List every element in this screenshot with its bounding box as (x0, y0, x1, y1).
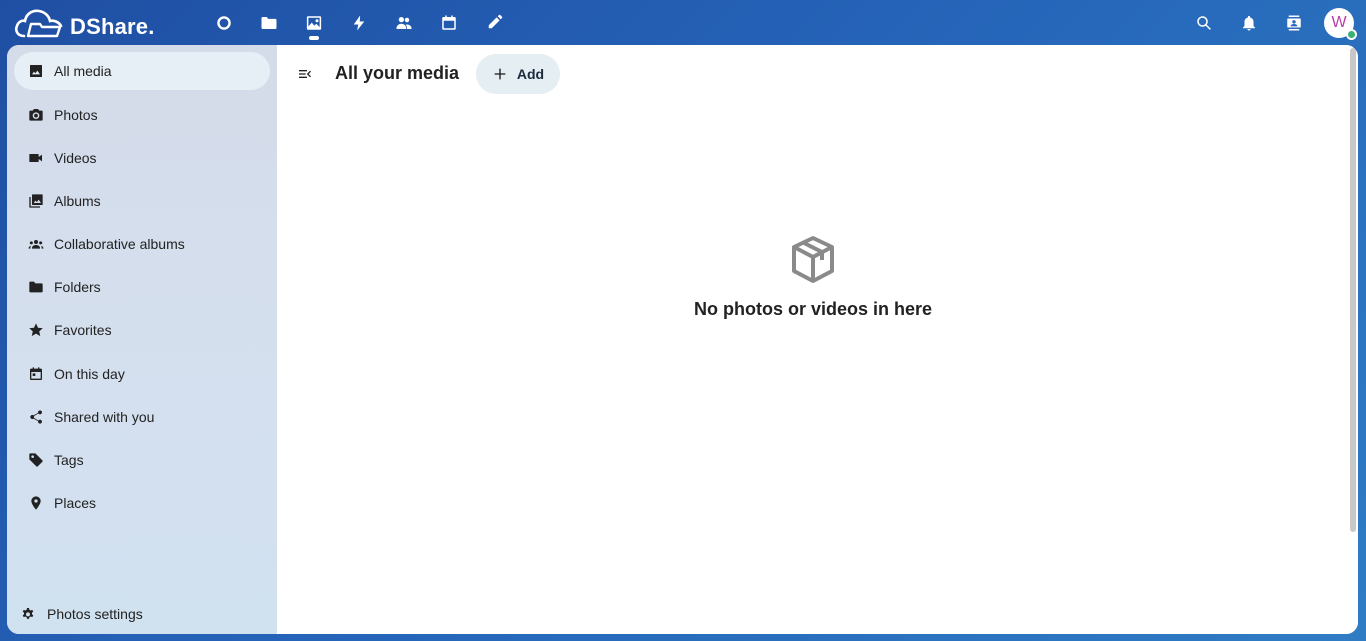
scrollbar[interactable] (1350, 48, 1356, 532)
header-actions: W (1181, 0, 1366, 45)
contacts-icon (1286, 15, 1301, 30)
app-calendar-button[interactable] (426, 0, 471, 45)
sidebar-item-collaborative-albums[interactable]: Collaborative albums (14, 225, 270, 263)
sidebar-item-label: All media (54, 63, 112, 79)
lightning-icon (353, 15, 364, 30)
image-icon (306, 15, 321, 30)
main-content: All your media Add No photos or videos i… (277, 45, 1358, 634)
star-icon (14, 322, 54, 338)
sidebar-item-label: Photos (54, 107, 98, 123)
settings-label: Photos settings (47, 606, 143, 622)
folder-icon (261, 16, 276, 29)
empty-state: No photos or videos in here (277, 233, 1349, 320)
people-icon (396, 16, 411, 29)
image-icon (14, 63, 54, 79)
page-title: All your media (335, 63, 460, 83)
add-button-label: Add (516, 66, 545, 82)
app-activity-button[interactable] (336, 0, 381, 45)
calendar-icon (441, 15, 456, 30)
sidebar-item-label: Places (54, 495, 97, 511)
sidebar-item-favorites[interactable]: Favorites (14, 311, 270, 349)
add-button[interactable]: Add (476, 54, 560, 94)
toggle-sidebar-button[interactable] (293, 62, 317, 86)
notifications-button[interactable] (1226, 0, 1271, 45)
empty-message: No photos or videos in here (693, 299, 933, 319)
app-files-button[interactable] (246, 0, 291, 45)
sidebar-item-label: Tags (54, 452, 84, 468)
app-navigation (201, 0, 516, 45)
search-icon (1196, 15, 1211, 30)
sidebar-item-label: Favorites (54, 322, 112, 338)
photos-settings-button[interactable]: Photos settings (14, 596, 143, 632)
tag-icon (14, 452, 54, 468)
top-header: DShare. W (0, 0, 1366, 45)
bell-icon (1242, 15, 1255, 30)
user-menu[interactable]: W (1316, 0, 1362, 45)
brand-logo[interactable]: DShare. (14, 6, 155, 40)
albums-icon (14, 193, 54, 209)
sidebar-item-tags[interactable]: Tags (14, 441, 270, 479)
sidebar-item-label: Albums (54, 193, 101, 209)
sidebar-item-label: Folders (54, 279, 101, 295)
video-icon (14, 150, 54, 166)
plus-icon (494, 68, 506, 80)
gear-icon (14, 606, 42, 622)
search-button[interactable] (1181, 0, 1226, 45)
sidebar-item-label: Collaborative albums (54, 236, 185, 252)
sidebar-item-photos[interactable]: Photos (14, 96, 270, 134)
pencil-icon (488, 14, 502, 28)
contacts-menu-button[interactable] (1271, 0, 1316, 45)
avatar[interactable]: W (1324, 7, 1357, 40)
map-pin-icon (14, 495, 54, 511)
sidebar-item-videos[interactable]: Videos (14, 139, 270, 177)
avatar-initial: W (1331, 13, 1347, 31)
online-status-indicator (1346, 28, 1357, 40)
cloud-folder-icon (14, 9, 63, 38)
menu-collapse-icon (299, 70, 311, 78)
circle-icon (216, 15, 231, 30)
app-photos-button[interactable] (291, 0, 336, 45)
group-icon (14, 236, 54, 252)
app-contacts-button[interactable] (381, 0, 426, 45)
app-notes-button[interactable] (471, 0, 516, 45)
app-content-window: All media Photos Videos Albums Collabora… (7, 45, 1358, 634)
brand-name: DShare. (70, 14, 155, 39)
sidebar-item-label: Shared with you (54, 409, 155, 425)
sidebar-item-on-this-day[interactable]: On this day (14, 355, 270, 393)
sidebar-item-shared-with-you[interactable]: Shared with you (14, 398, 270, 436)
share-icon (14, 409, 54, 425)
navigation-sidebar: All media Photos Videos Albums Collabora… (7, 45, 277, 634)
sidebar-item-places[interactable]: Places (14, 484, 270, 522)
sidebar-item-all-media[interactable]: All media (14, 52, 270, 90)
sidebar-item-label: Videos (54, 150, 97, 166)
camera-icon (14, 107, 54, 123)
calendar-icon (14, 366, 54, 382)
sidebar-item-albums[interactable]: Albums (14, 182, 270, 220)
folder-icon (14, 279, 54, 295)
package-icon (792, 236, 834, 283)
app-dashboard-button[interactable] (201, 0, 246, 45)
sidebar-item-label: On this day (54, 366, 125, 382)
sidebar-item-folders[interactable]: Folders (14, 268, 270, 306)
